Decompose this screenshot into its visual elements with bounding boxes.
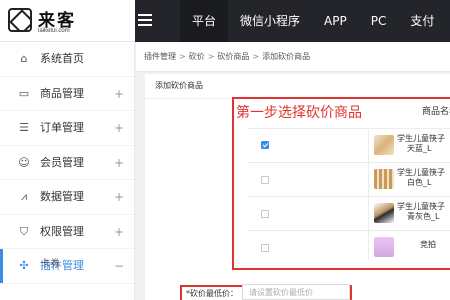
sidebar-item-data[interactable]: ⩘ 数据管理 + (0, 180, 134, 215)
divider (248, 162, 450, 163)
column-header-product-name: 商品名称 (422, 107, 450, 117)
sidebar: ⌂ 系统首页 ▭ 商品管理 + ☰ 订单管理 + ☺ 会员管理 + ⩘ 数据管理… (0, 42, 135, 300)
annotation-text: 第一步选择砍价商品 (236, 105, 362, 121)
top-navigation-bar: 来客 laiketui.com 平台 微信小程序 APP PC 支付 (0, 0, 450, 42)
logo-domain: laiketui.com (38, 28, 70, 34)
expand-icon: + (113, 190, 124, 204)
divider (248, 230, 450, 231)
logo-mark-icon (8, 8, 32, 32)
nav-item-pc[interactable]: PC (359, 0, 399, 42)
sidebar-item-label: 系统首页 (40, 52, 84, 65)
menu-toggle-icon[interactable] (138, 14, 152, 26)
divider (248, 128, 450, 129)
product-name-line2: 天蓝_L (407, 144, 432, 153)
product-name-line1: 学生儿童筷子 (397, 168, 445, 177)
nav-item-app[interactable]: APP (312, 0, 359, 42)
nav-item-payment[interactable]: 支付 (398, 0, 446, 42)
nav-item-platform[interactable]: 平台 (180, 0, 229, 42)
min-price-label: *砍价最低价： (186, 288, 238, 299)
breadcrumb-separator: > (179, 52, 186, 61)
sidebar-item-members[interactable]: ☺ 会员管理 + (0, 146, 134, 180)
row-checkbox[interactable] (261, 176, 269, 184)
box-icon: ▭ (18, 86, 30, 100)
min-price-input[interactable] (242, 284, 350, 300)
sidebar-item-orders[interactable]: ☰ 订单管理 + (0, 111, 134, 146)
product-thumbnail (374, 169, 394, 189)
product-name-line1: 学生儿童筷子 (397, 202, 445, 211)
breadcrumb: 插件管理 > 砍价 > 砍价商品 > 添加砍价商品 (136, 42, 450, 72)
sidebar-item-home[interactable]: ⌂ 系统首页 (0, 42, 134, 77)
order-icon: ☰ (19, 121, 29, 134)
min-price-label-text: *砍价最低价： (186, 289, 238, 298)
product-name-line2: 白色_L (407, 178, 432, 187)
product-name: 学生儿童筷子 天蓝_L (397, 134, 445, 154)
sidebar-item-plugins[interactable]: ✣ 插件管理 − (0, 249, 134, 284)
collapse-icon: − (113, 259, 124, 273)
product-name-line1: 学生儿童筷子 (397, 134, 445, 143)
sidebar-item-label: 会员管理 (40, 155, 84, 169)
breadcrumb-item[interactable]: 砍价商品 (217, 51, 249, 62)
expand-icon: + (113, 155, 124, 170)
breadcrumb-item[interactable]: 砍价 (189, 51, 205, 62)
breadcrumb-separator: > (252, 52, 260, 61)
sidebar-item-products[interactable]: ▭ 商品管理 + (0, 77, 134, 111)
divider (368, 130, 369, 260)
nav-item-wechat-miniprogram[interactable]: 微信小程序 (228, 0, 312, 42)
product-name: 学生儿童筷子 白色_L (397, 168, 445, 188)
row-checkbox[interactable] (261, 141, 269, 149)
product-thumbnail (374, 135, 394, 155)
row-checkbox[interactable] (261, 210, 269, 218)
shield-icon: ⛉ (19, 224, 29, 238)
expand-icon: + (113, 121, 124, 135)
breadcrumb-item[interactable]: 插件管理 (144, 51, 176, 62)
breadcrumb-item-current: 添加砍价商品 (262, 52, 311, 61)
sidebar-item-label: 数据管理 (40, 190, 84, 203)
product-thumbnail (374, 237, 394, 257)
row-checkbox[interactable] (261, 244, 269, 252)
sidebar-item-label: 订单管理 (40, 121, 84, 134)
sidebar-item-label: 商品管理 (40, 86, 84, 100)
expand-icon: + (113, 86, 124, 101)
plugin-icon: ✣ (19, 259, 29, 272)
sidebar-item-label: 权限管理 (40, 224, 84, 238)
home-icon: ⌂ (20, 52, 28, 65)
sidebar-item-permissions[interactable]: ⛉ 权限管理 + (0, 215, 134, 249)
top-nav: 平台 微信小程序 APP PC 支付 (180, 0, 446, 42)
product-thumbnail (374, 203, 394, 223)
sidebar-subitem-coupons[interactable]: 卡券 (40, 255, 60, 270)
chart-icon: ⩘ (20, 190, 28, 203)
divider (248, 196, 450, 197)
logo[interactable]: 来客 laiketui.com (0, 0, 135, 42)
page-title: 添加砍价商品 (155, 81, 203, 90)
product-name: 竞拍 (420, 240, 436, 249)
breadcrumb-separator: > (207, 52, 215, 61)
user-icon: ☺ (18, 155, 30, 169)
product-name: 学生儿童筷子 青灰色_L (397, 202, 445, 222)
expand-icon: + (113, 224, 124, 239)
product-name-line2: 青灰色_L (407, 212, 440, 221)
